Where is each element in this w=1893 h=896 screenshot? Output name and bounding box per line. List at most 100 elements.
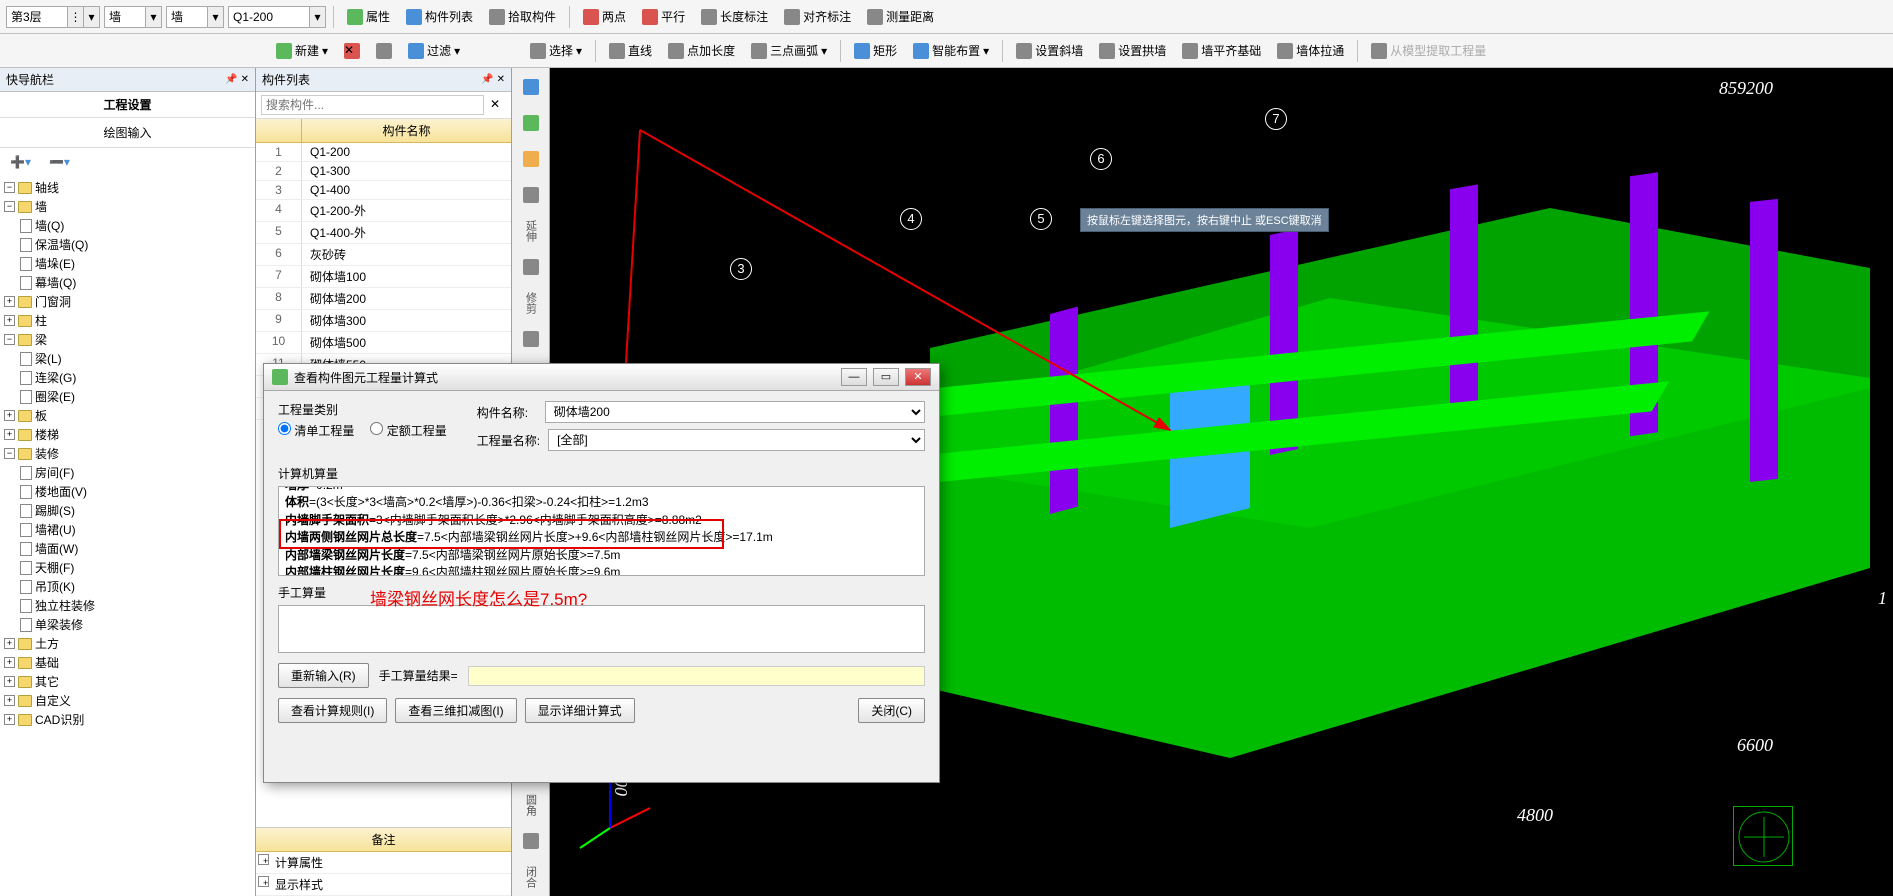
new-component-button[interactable]: 新建▾: [270, 39, 334, 62]
tree-item[interactable]: 独立柱装修: [2, 596, 253, 615]
maximize-button[interactable]: ▭: [873, 368, 899, 386]
measure-button[interactable]: 测量距离: [861, 5, 940, 28]
manual-calc-box[interactable]: [278, 605, 925, 653]
show-detail-button[interactable]: 显示详细计算式: [525, 698, 635, 723]
tree-item[interactable]: +自定义: [2, 691, 253, 710]
tree-add-button[interactable]: ➕▾: [4, 152, 37, 172]
tree-item[interactable]: +土方: [2, 634, 253, 653]
component-row[interactable]: 8砌体墙200: [256, 288, 511, 310]
component-name-select[interactable]: 砌体墙200: [545, 401, 925, 423]
pick-component-button[interactable]: 拾取构件: [483, 5, 562, 28]
tree-item[interactable]: +门窗洞: [2, 292, 253, 311]
view-3d-button[interactable]: 查看三维扣减图(I): [395, 698, 516, 723]
tree-item[interactable]: −梁: [2, 330, 253, 349]
dialog-titlebar[interactable]: 查看构件图元工程量计算式 — ▭ ✕: [264, 364, 939, 391]
vtool-break[interactable]: [516, 324, 546, 354]
draw-input-tab[interactable]: 绘图输入: [0, 118, 255, 148]
vtool-close[interactable]: [516, 826, 546, 856]
floor-select[interactable]: ⋮▾: [6, 6, 100, 28]
component-select[interactable]: ▾: [228, 6, 326, 28]
tree-item[interactable]: −轴线: [2, 178, 253, 197]
tree-item[interactable]: 天棚(F): [2, 558, 253, 577]
pin-icon[interactable]: 📌 ✕: [225, 74, 249, 85]
slant-wall-button[interactable]: 设置斜墙: [1010, 39, 1089, 62]
tree-item[interactable]: 梁(L): [2, 349, 253, 368]
tree-item[interactable]: 幕墙(Q): [2, 273, 253, 292]
dialog-close-button[interactable]: 关闭(C): [858, 698, 925, 723]
three-arc-button[interactable]: 三点画弧▾: [745, 39, 833, 62]
tree-item[interactable]: 楼地面(V): [2, 482, 253, 501]
tree-item[interactable]: +柱: [2, 311, 253, 330]
tree-item[interactable]: 墙面(W): [2, 539, 253, 558]
vtool-trim[interactable]: [516, 252, 546, 282]
tree-item[interactable]: 保温墙(Q): [2, 235, 253, 254]
calc-props-row[interactable]: +计算属性: [256, 852, 511, 874]
list-qty-radio[interactable]: 清单工程量: [278, 422, 354, 439]
delete-button[interactable]: ✕: [338, 40, 366, 62]
vtool-3[interactable]: [516, 144, 546, 174]
manual-result-field[interactable]: [468, 666, 925, 686]
tree-item[interactable]: +其它: [2, 672, 253, 691]
properties-button[interactable]: 属性: [341, 5, 396, 28]
compass-widget[interactable]: [1733, 806, 1793, 866]
tree-item[interactable]: 单梁装修: [2, 615, 253, 634]
component-list-button[interactable]: 构件列表: [400, 5, 479, 28]
tree-item[interactable]: 墙垛(E): [2, 254, 253, 273]
minimize-button[interactable]: —: [841, 368, 867, 386]
tree-item[interactable]: 连梁(G): [2, 368, 253, 387]
component-row[interactable]: 5Q1-400-外: [256, 222, 511, 244]
search-clear-button[interactable]: ✕: [484, 95, 506, 115]
vtool-extend[interactable]: [516, 180, 546, 210]
wall-extend-button[interactable]: 墙体拉通: [1271, 39, 1350, 62]
display-props-row[interactable]: +显示样式: [256, 874, 511, 896]
point-length-button[interactable]: 点加长度: [662, 39, 741, 62]
tree-item[interactable]: −装修: [2, 444, 253, 463]
tree-item[interactable]: +CAD识别: [2, 710, 253, 729]
component-row[interactable]: 6灰砂砖: [256, 244, 511, 266]
quota-qty-radio[interactable]: 定额工程量: [370, 422, 446, 439]
two-point-button[interactable]: 两点: [577, 5, 632, 28]
tree-item[interactable]: +楼梯: [2, 425, 253, 444]
component-row[interactable]: 10砌体墙500: [256, 332, 511, 354]
copy-button[interactable]: [370, 40, 398, 62]
calc-result-box[interactable]: 墙厚=0.2m体积=(3<长度>*3<墙高>*0.2<墙厚>)-0.36<扣梁>…: [278, 486, 925, 576]
arch-wall-button[interactable]: 设置拱墙: [1093, 39, 1172, 62]
tree-item[interactable]: 房间(F): [2, 463, 253, 482]
component-row[interactable]: 3Q1-400: [256, 181, 511, 200]
category2-select[interactable]: ▾: [166, 6, 224, 28]
extract-qty-button[interactable]: 从模型提取工程量: [1365, 39, 1492, 62]
pin-icon[interactable]: 📌 ✕: [481, 74, 505, 85]
component-row[interactable]: 1Q1-200: [256, 143, 511, 162]
length-annotation-button[interactable]: 长度标注: [695, 5, 774, 28]
reinput-button[interactable]: 重新输入(R): [278, 663, 369, 688]
tree-remove-button[interactable]: ➖▾: [43, 152, 76, 172]
align-annotation-button[interactable]: 对齐标注: [778, 5, 857, 28]
line-button[interactable]: 直线: [603, 39, 658, 62]
qty-name-select[interactable]: [全部]: [548, 429, 925, 451]
rect-button[interactable]: 矩形: [848, 39, 903, 62]
search-input[interactable]: [261, 95, 484, 115]
tree-item[interactable]: +基础: [2, 653, 253, 672]
tree-item[interactable]: 圈梁(E): [2, 387, 253, 406]
component-row[interactable]: 7砌体墙100: [256, 266, 511, 288]
tree-item[interactable]: −墙: [2, 197, 253, 216]
select-button[interactable]: 选择▾: [524, 39, 588, 62]
view-rule-button[interactable]: 查看计算规则(I): [278, 698, 387, 723]
project-settings-tab[interactable]: 工程设置: [0, 92, 255, 118]
flat-base-button[interactable]: 墙平齐基础: [1176, 39, 1267, 62]
category-tree[interactable]: −轴线−墙墙(Q)保温墙(Q)墙垛(E)幕墙(Q)+门窗洞+柱−梁梁(L)连梁(…: [0, 176, 255, 896]
category1-select[interactable]: ▾: [104, 6, 162, 28]
filter-button[interactable]: 过滤▾: [402, 39, 466, 62]
close-button[interactable]: ✕: [905, 368, 931, 386]
vtool-2[interactable]: [516, 108, 546, 138]
tree-item[interactable]: +板: [2, 406, 253, 425]
component-row[interactable]: 4Q1-200-外: [256, 200, 511, 222]
vtool-1[interactable]: [516, 72, 546, 102]
tree-item[interactable]: 吊顶(K): [2, 577, 253, 596]
smart-layout-button[interactable]: 智能布置▾: [907, 39, 995, 62]
tree-item[interactable]: 墙裙(U): [2, 520, 253, 539]
tree-item[interactable]: 踢脚(S): [2, 501, 253, 520]
tree-item[interactable]: 墙(Q): [2, 216, 253, 235]
component-row[interactable]: 2Q1-300: [256, 162, 511, 181]
component-row[interactable]: 9砌体墙300: [256, 310, 511, 332]
